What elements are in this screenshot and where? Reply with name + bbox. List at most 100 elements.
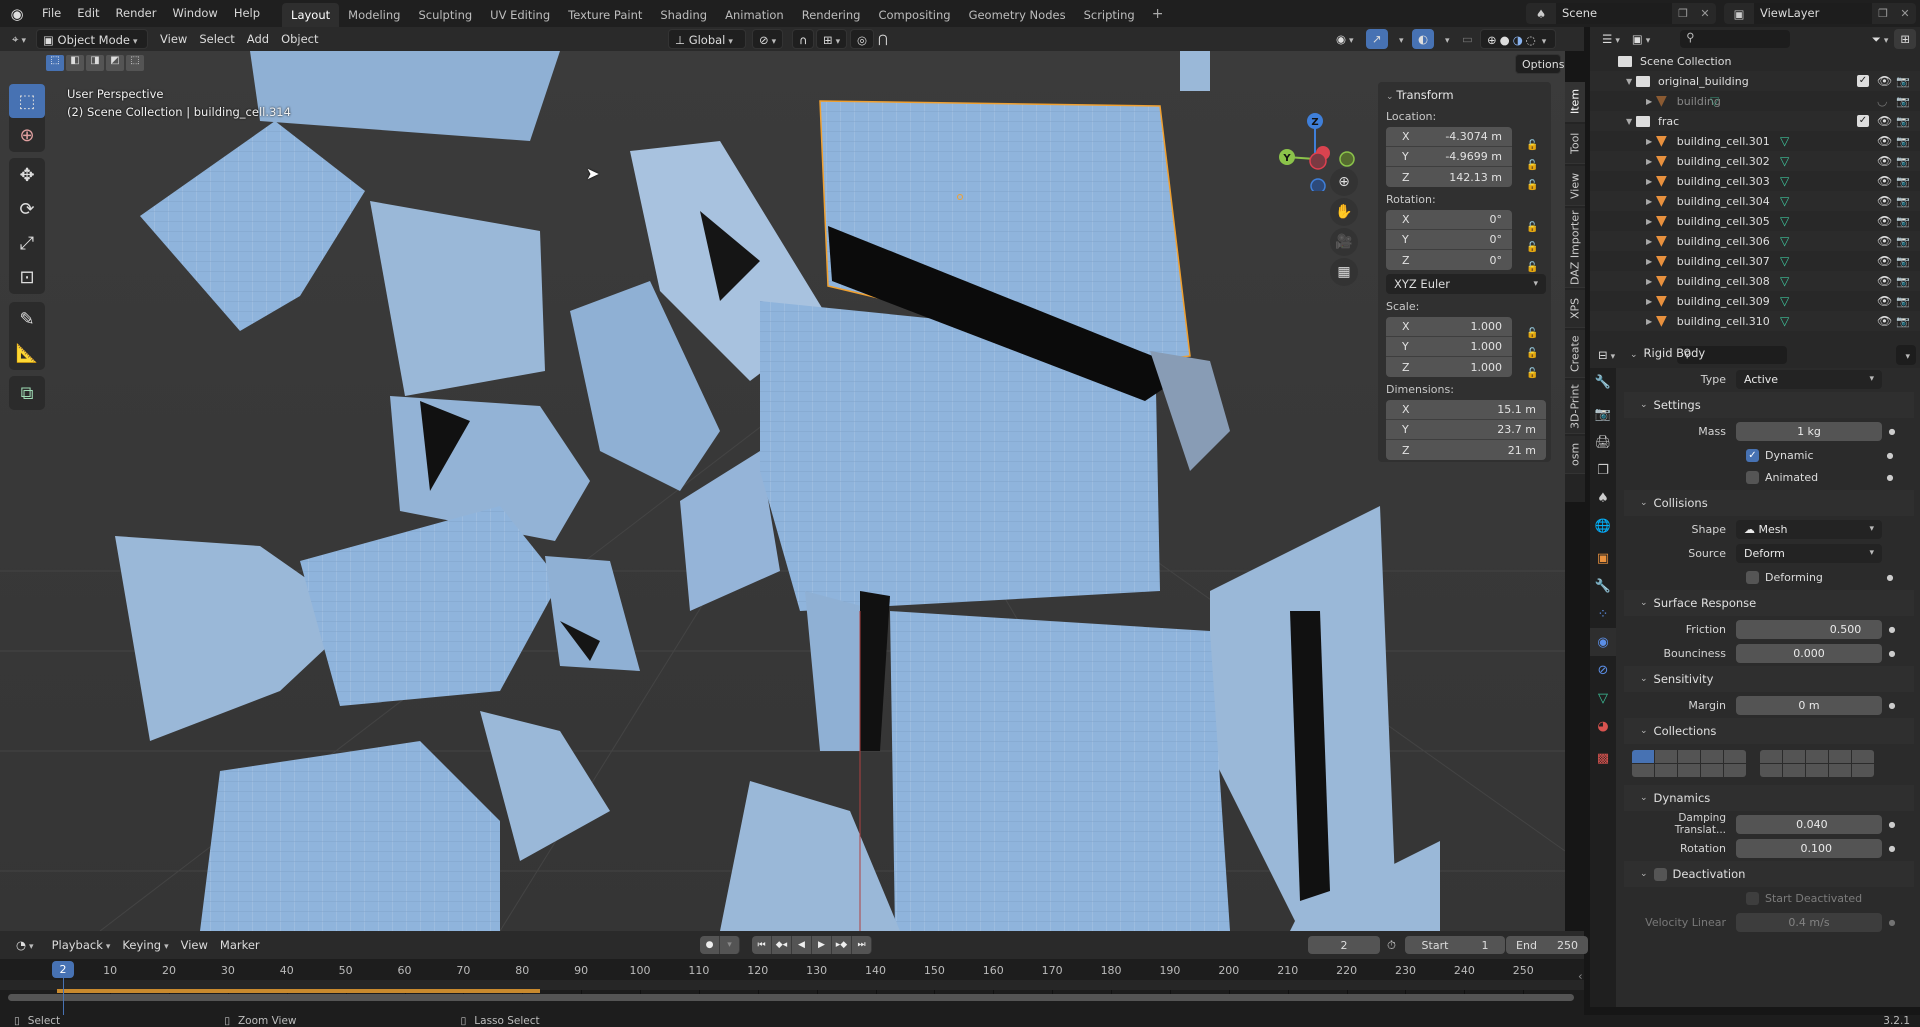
rotation-x-field[interactable]: X 0°: [1386, 210, 1512, 230]
physics-properties-tab[interactable]: ◉: [1590, 628, 1616, 656]
eye-icon[interactable]: 👁: [1877, 234, 1892, 248]
tab-osm[interactable]: osm: [1565, 436, 1585, 474]
properties-editor-type-button[interactable]: ⊟ ▾: [1592, 345, 1621, 365]
gizmo-neg-z[interactable]: [1310, 178, 1326, 191]
view-layer-properties-tab[interactable]: ❐: [1590, 456, 1616, 484]
collision-layer-cell[interactable]: [1632, 764, 1654, 777]
collision-layer-cell[interactable]: [1783, 764, 1805, 777]
camera-render-icon[interactable]: 📷: [1896, 315, 1910, 328]
rotation-y-field[interactable]: Y 0°: [1386, 230, 1512, 250]
deactivation-section[interactable]: ⌄ Deactivation: [1624, 861, 1914, 887]
mesh-data-icon[interactable]: ▽: [1780, 194, 1789, 208]
exclude-checkbox[interactable]: ✓: [1857, 75, 1869, 87]
playback-menu[interactable]: Playback ▾: [46, 935, 117, 955]
transform-header[interactable]: ⌄ Transform: [1386, 88, 1543, 102]
next-keyframe-button[interactable]: ▸◆: [832, 936, 852, 954]
visibility-dropdown[interactable]: ◉ ▾: [1330, 29, 1360, 49]
keyframe-dot-icon[interactable]: ●: [1882, 625, 1902, 634]
expand-sidebar-icon[interactable]: ‹: [1578, 969, 1583, 983]
keyframe-dot-icon[interactable]: ●: [1880, 451, 1900, 460]
jump-to-end-button[interactable]: ⏭: [852, 936, 872, 954]
play-reverse-button[interactable]: ◀: [792, 936, 812, 954]
close-scene-icon[interactable]: ✕: [1694, 7, 1716, 20]
tab-shading[interactable]: Shading: [651, 3, 716, 27]
collision-layer-cell[interactable]: [1829, 750, 1851, 763]
scale-z-field[interactable]: Z 1.000: [1386, 357, 1512, 377]
playhead[interactable]: 2: [52, 961, 74, 978]
object-row[interactable]: ▶ ▼ building_cell.305 ▽ 👁 📷: [1590, 211, 1920, 231]
location-x-field[interactable]: X -4.3074 m: [1386, 127, 1512, 147]
tab-3d-print[interactable]: 3D-Print: [1565, 380, 1585, 434]
cursor-tool[interactable]: ⊕: [9, 118, 45, 152]
mesh-data-icon[interactable]: ▽: [1780, 314, 1789, 328]
lock-scale-z-icon[interactable]: 🔓: [1526, 368, 1538, 379]
lock-rotation-y-icon[interactable]: 🔓: [1526, 242, 1538, 253]
mesh-data-icon[interactable]: ▽: [1780, 134, 1789, 148]
lock-rotation-x-icon[interactable]: 🔓: [1526, 222, 1538, 233]
prev-keyframe-button[interactable]: ◆◂: [772, 936, 792, 954]
rotation-z-field[interactable]: Z 0°: [1386, 250, 1512, 270]
animated-checkbox[interactable]: [1746, 470, 1759, 484]
eye-icon[interactable]: 👁: [1877, 154, 1892, 168]
xray-toggle[interactable]: ▭: [1456, 29, 1479, 49]
stopwatch-icon[interactable]: ⏱: [1387, 938, 1396, 953]
jump-to-start-button[interactable]: ⏮: [752, 936, 772, 954]
keyframe-dot-icon[interactable]: ●: [1882, 918, 1902, 927]
lock-scale-x-icon[interactable]: 🔓: [1526, 328, 1538, 339]
expand-triangle-icon[interactable]: ▶: [1646, 277, 1656, 286]
gizmo-dropdown[interactable]: ▾: [1390, 29, 1410, 49]
annotate-tool[interactable]: ✎: [9, 302, 45, 336]
data-properties-tab[interactable]: ▽: [1590, 684, 1616, 712]
collisions-section[interactable]: ⌄ Collisions: [1624, 490, 1914, 516]
exclude-checkbox[interactable]: ✓: [1857, 115, 1869, 127]
collision-layer-cell[interactable]: [1806, 764, 1828, 777]
solid-shading-icon[interactable]: ●: [1500, 33, 1513, 47]
material-properties-tab[interactable]: ◕: [1590, 712, 1616, 740]
mesh-data-icon[interactable]: ▽: [1780, 274, 1789, 288]
tab-uv-editing[interactable]: UV Editing: [481, 3, 559, 27]
tool-properties-tab[interactable]: 🔧: [1590, 368, 1616, 396]
collection-row[interactable]: ▼ frac ✓ 👁 📷: [1590, 111, 1920, 131]
source-dropdown[interactable]: Deform ▾: [1736, 543, 1882, 563]
start-deactivated-checkbox[interactable]: [1746, 891, 1759, 905]
mesh-data-icon[interactable]: ▽: [1780, 154, 1789, 168]
gizmo-neg-y[interactable]: [1339, 151, 1355, 167]
keyframe-dot-icon[interactable]: ●: [1882, 844, 1902, 853]
material-shading-icon[interactable]: ◑: [1513, 33, 1526, 47]
rendered-shading-icon[interactable]: ◌: [1526, 33, 1539, 47]
collision-layer-cell[interactable]: [1783, 750, 1805, 763]
expand-triangle-icon[interactable]: ▶: [1646, 257, 1656, 266]
tab-layout[interactable]: Layout: [282, 3, 340, 27]
mesh-data-icon[interactable]: ▽: [1780, 174, 1789, 188]
editor-type-button[interactable]: ⌖ ▾: [6, 29, 32, 49]
camera-render-icon[interactable]: 📷: [1896, 135, 1910, 148]
lock-location-x-icon[interactable]: 🔓: [1526, 140, 1538, 151]
collision-layer-cell[interactable]: [1852, 750, 1874, 763]
object-properties-tab[interactable]: ▣: [1590, 544, 1616, 572]
rotate-tool[interactable]: ⟳: [9, 192, 45, 226]
collision-layer-cell[interactable]: [1760, 750, 1782, 763]
shading-buttons[interactable]: ⊕●◑◌ ▾: [1480, 29, 1557, 49]
deforming-checkbox-row[interactable]: Deforming ●: [1624, 566, 1914, 588]
lock-rotation-z-icon[interactable]: 🔓: [1526, 262, 1538, 273]
keyframe-dot-icon[interactable]: ●: [1882, 649, 1902, 658]
scene-collection-row[interactable]: Scene Collection: [1590, 51, 1920, 71]
deactivation-checkbox[interactable]: [1653, 867, 1667, 881]
mesh-data-icon[interactable]: ▽: [1710, 94, 1719, 108]
collision-layer-cell[interactable]: [1806, 750, 1828, 763]
dynamics-section[interactable]: ⌄ Dynamics: [1624, 785, 1914, 811]
mesh-data-icon[interactable]: ▽: [1780, 254, 1789, 268]
type-dropdown[interactable]: Active ▾: [1736, 369, 1882, 389]
mesh-data-icon[interactable]: ▽: [1780, 234, 1789, 248]
object-row[interactable]: ▶ ▼ building ▽ ◡ 📷: [1590, 91, 1920, 111]
surface-response-section[interactable]: ⌄ Surface Response: [1624, 590, 1914, 616]
collision-layer-cell[interactable]: [1701, 764, 1723, 777]
tab-item[interactable]: Item: [1565, 82, 1585, 122]
ortho-toggle-button[interactable]: ▦: [1330, 258, 1358, 286]
eye-icon[interactable]: 👁: [1877, 254, 1892, 268]
object-row[interactable]: ▶ ▼ building_cell.304 ▽ 👁 📷: [1590, 191, 1920, 211]
camera-render-icon[interactable]: 📷: [1896, 295, 1910, 308]
tab-geometry-nodes[interactable]: Geometry Nodes: [960, 3, 1075, 27]
lock-scale-y-icon[interactable]: 🔓: [1526, 348, 1538, 359]
margin-field[interactable]: 0 m: [1736, 695, 1882, 715]
